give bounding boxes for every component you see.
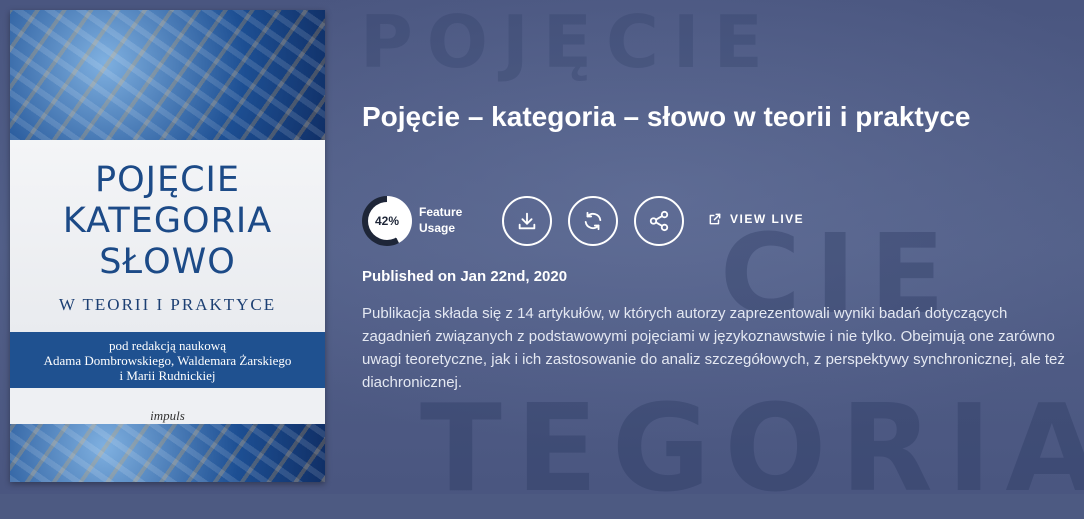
download-icon — [518, 212, 536, 230]
cover-editors-line: Adama Dombrowskiego, Waldemara Żarskiego — [43, 353, 292, 368]
share-button[interactable] — [634, 196, 684, 246]
feature-usage-label: Feature Usage — [419, 204, 489, 236]
feature-usage-percent: 42% — [368, 202, 406, 240]
cover-artwork — [10, 10, 325, 140]
view-live-link[interactable]: VIEW LIVE — [708, 212, 804, 226]
download-button[interactable] — [502, 196, 552, 246]
feature-usage-label-line: Feature — [419, 205, 463, 219]
feature-usage-ring: 42% — [362, 196, 412, 246]
published-date: Published on Jan 22nd, 2020 — [362, 268, 568, 285]
cover-publisher-logo: impuls — [150, 408, 185, 423]
book-cover: POJĘCIE KATEGORIA SŁOWO W TEORII I PRAKT… — [10, 10, 325, 482]
sync-button[interactable] — [568, 196, 618, 246]
background-watermark-text: TEGORIA — [420, 380, 1084, 519]
view-live-label: VIEW LIVE — [730, 212, 805, 226]
cover-editors-line: i Marii Rudnickiej — [119, 368, 216, 383]
external-link-icon — [709, 213, 721, 225]
cover-editors: pod redakcją naukową Adama Dombrowskiego… — [10, 338, 325, 383]
page-title: Pojęcie – kategoria – słowo w teorii i p… — [362, 101, 971, 132]
cover-artwork — [10, 424, 325, 482]
cover-subtitle: W TEORII I PRAKTYCE — [58, 295, 277, 314]
description: Publikacja składa się z 14 artykułów, w … — [362, 305, 1065, 391]
share-icon — [649, 210, 669, 232]
sync-icon — [584, 211, 602, 231]
feature-usage-label-line: Usage — [419, 221, 456, 235]
cover-title-line: SŁOWO — [99, 242, 236, 282]
cover-title-line: POJĘCIE — [95, 160, 240, 200]
cover-editors-line: pod redakcją naukową — [109, 338, 226, 353]
cover-title-line: KATEGORIA — [62, 201, 273, 241]
background-watermark-text: POJĘCIE — [360, 0, 777, 84]
